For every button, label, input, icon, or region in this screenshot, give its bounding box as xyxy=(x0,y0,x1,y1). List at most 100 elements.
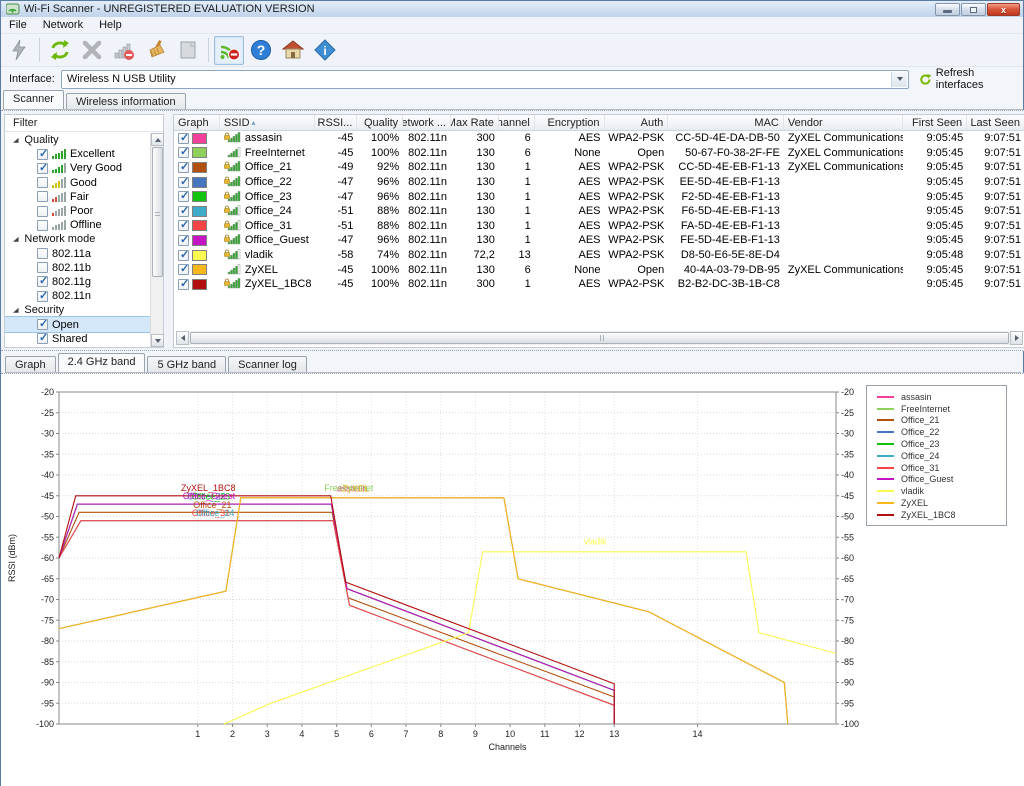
table-row-office_21[interactable]: Office_21-4992%802.11n1301AESWPA2-PSKCC-… xyxy=(174,160,1024,175)
stop-button[interactable] xyxy=(77,36,107,65)
homepage-button[interactable] xyxy=(278,36,308,65)
table-row-office_24[interactable]: Office_24-5188%802.11n1301AESWPA2-PSKF6-… xyxy=(174,204,1024,219)
filter-item-poor[interactable]: Poor xyxy=(5,204,150,218)
scroll-left-button[interactable] xyxy=(176,331,189,345)
filter-scrollbar[interactable] xyxy=(150,133,163,347)
legend-line-sample xyxy=(877,408,894,410)
filter-item-802-11n[interactable]: 802.11n xyxy=(5,289,150,303)
graph-checkbox[interactable] xyxy=(178,162,189,173)
graph-checkbox[interactable] xyxy=(178,147,189,158)
remove-network-button[interactable] xyxy=(109,36,139,65)
scrollbar-thumb[interactable] xyxy=(190,332,1009,344)
tab-2-4-ghz-band[interactable]: 2.4 GHz band xyxy=(58,353,146,372)
connect-button[interactable] xyxy=(4,36,34,65)
refresh-button[interactable] xyxy=(45,36,75,65)
column-header-channel[interactable]: Channel xyxy=(499,115,535,130)
column-header-graph[interactable]: Graph xyxy=(174,115,220,130)
column-header-mac[interactable]: MAC xyxy=(668,115,784,130)
table-row-freeinternet[interactable]: FreeInternet-45100%802.11n1306NoneOpen50… xyxy=(174,146,1024,161)
table-horizontal-scrollbar[interactable] xyxy=(176,331,1023,345)
checkbox[interactable] xyxy=(37,248,48,259)
graph-checkbox[interactable] xyxy=(178,235,189,246)
menu-item-network[interactable]: Network xyxy=(35,18,91,32)
restore-button[interactable] xyxy=(961,3,986,16)
filter-item-fair[interactable]: Fair xyxy=(5,190,150,204)
checkbox[interactable] xyxy=(37,262,48,273)
checkbox[interactable] xyxy=(37,177,48,188)
scroll-down-button[interactable] xyxy=(151,334,164,347)
scroll-right-button[interactable] xyxy=(1010,331,1023,345)
collapse-triangle-icon[interactable]: ◢ xyxy=(13,236,18,243)
filter-item-offline[interactable]: Offline xyxy=(5,218,150,232)
tab-wireless-information[interactable]: Wireless information xyxy=(66,93,186,109)
table-row-office_guest[interactable]: Office_Guest-4796%802.11n1301AESWPA2-PSK… xyxy=(174,233,1024,248)
filter-item-shared[interactable]: Shared xyxy=(5,332,150,346)
column-header-rssi-[interactable]: RSSI... xyxy=(315,115,357,130)
filter-item-good[interactable]: Good xyxy=(5,176,150,190)
column-header-max-rate[interactable]: Max Rate xyxy=(451,115,499,130)
graph-checkbox[interactable] xyxy=(178,191,189,202)
graph-checkbox[interactable] xyxy=(178,177,189,188)
graph-checkbox[interactable] xyxy=(178,264,189,275)
title-bar[interactable]: Wi-Fi Scanner - UNREGISTERED EVALUATION … xyxy=(1,1,1023,17)
graph-checkbox[interactable] xyxy=(178,250,189,261)
table-row-zyxel[interactable]: ZyXEL-45100%802.11n1306NoneOpen40-4A-03-… xyxy=(174,262,1024,277)
table-row-assasin[interactable]: assasin-45100%802.11n3006AESWPA2-PSKCC-5… xyxy=(174,131,1024,146)
filter-item-802-11g[interactable]: 802.11g xyxy=(5,275,150,289)
table-row-office_31[interactable]: Office_31-5188%802.11n1301AESWPA2-PSKFA-… xyxy=(174,219,1024,234)
filter-group-security[interactable]: ◢Security xyxy=(5,303,150,317)
table-row-zyxel_1bc8[interactable]: ZyXEL_1BC8-45100%802.11n3001AESWPA2-PSKB… xyxy=(174,277,1024,292)
checkbox[interactable] xyxy=(37,291,48,302)
column-header-quality[interactable]: Quality xyxy=(357,115,403,130)
filter-item-open[interactable]: Open xyxy=(5,317,150,331)
close-button[interactable]: x xyxy=(987,3,1020,16)
minimize-button[interactable] xyxy=(935,3,960,16)
column-header-encryption[interactable]: Encryption xyxy=(535,115,605,130)
scroll-up-button[interactable] xyxy=(151,133,164,146)
filter-item-excellent[interactable]: Excellent xyxy=(5,147,150,161)
checkbox[interactable] xyxy=(37,276,48,287)
collapse-triangle-icon[interactable]: ◢ xyxy=(13,136,18,143)
column-header-auth[interactable]: Auth xyxy=(605,115,669,130)
checkbox[interactable] xyxy=(37,333,48,344)
export-button[interactable] xyxy=(173,36,203,65)
checkbox[interactable] xyxy=(37,149,48,160)
table-row-office_23[interactable]: Office_23-4796%802.11n1301AESWPA2-PSKF2-… xyxy=(174,189,1024,204)
clear-button[interactable] xyxy=(141,36,171,65)
checkbox[interactable] xyxy=(37,206,48,217)
interface-combobox[interactable]: Wireless N USB Utility xyxy=(61,70,909,89)
checkbox[interactable] xyxy=(37,191,48,202)
graph-checkbox[interactable] xyxy=(178,206,189,217)
table-row-office_22[interactable]: Office_22-4796%802.11n1301AESWPA2-PSKEE-… xyxy=(174,175,1024,190)
collapse-triangle-icon[interactable]: ◢ xyxy=(13,307,18,314)
column-header-vendor[interactable]: Vendor xyxy=(784,115,904,130)
filter-group-quality[interactable]: ◢Quality xyxy=(5,133,150,147)
refresh-interfaces-button[interactable]: Refresh interfaces xyxy=(919,67,1023,91)
table-row-vladik[interactable]: vladik-5874%802.11n72,213AESWPA2-PSKD8-5… xyxy=(174,248,1024,263)
tab-scanner-log[interactable]: Scanner log xyxy=(228,356,307,372)
graph-checkbox[interactable] xyxy=(178,220,189,231)
combobox-dropdown-button[interactable] xyxy=(891,72,907,87)
tab-5-ghz-band[interactable]: 5 GHz band xyxy=(147,356,226,372)
column-header-ssid[interactable]: SSID ▴ xyxy=(220,115,316,130)
column-header-first-seen[interactable]: First Seen xyxy=(903,115,967,130)
filter-group-network-mode[interactable]: ◢Network mode xyxy=(5,232,150,246)
tab-scanner[interactable]: Scanner xyxy=(3,90,64,109)
graph-checkbox[interactable] xyxy=(178,279,189,290)
scan-toggle-button[interactable] xyxy=(214,36,244,65)
filter-item-802-11b[interactable]: 802.11b xyxy=(5,261,150,275)
checkbox[interactable] xyxy=(37,220,48,231)
about-button[interactable]: i xyxy=(310,36,340,65)
scrollbar-thumb[interactable] xyxy=(152,147,163,277)
graph-checkbox[interactable] xyxy=(178,133,189,144)
tab-graph[interactable]: Graph xyxy=(5,356,56,372)
checkbox[interactable] xyxy=(37,319,48,330)
column-header-last-seen[interactable]: Last Seen xyxy=(967,115,1024,130)
column-header-network-[interactable]: Network ... xyxy=(403,115,451,130)
checkbox[interactable] xyxy=(37,163,48,174)
menu-item-file[interactable]: File xyxy=(1,18,35,32)
filter-item-802-11a[interactable]: 802.11a xyxy=(5,247,150,261)
menu-item-help[interactable]: Help xyxy=(91,18,130,32)
help-button[interactable]: ? xyxy=(246,36,276,65)
filter-item-very-good[interactable]: Very Good xyxy=(5,161,150,175)
